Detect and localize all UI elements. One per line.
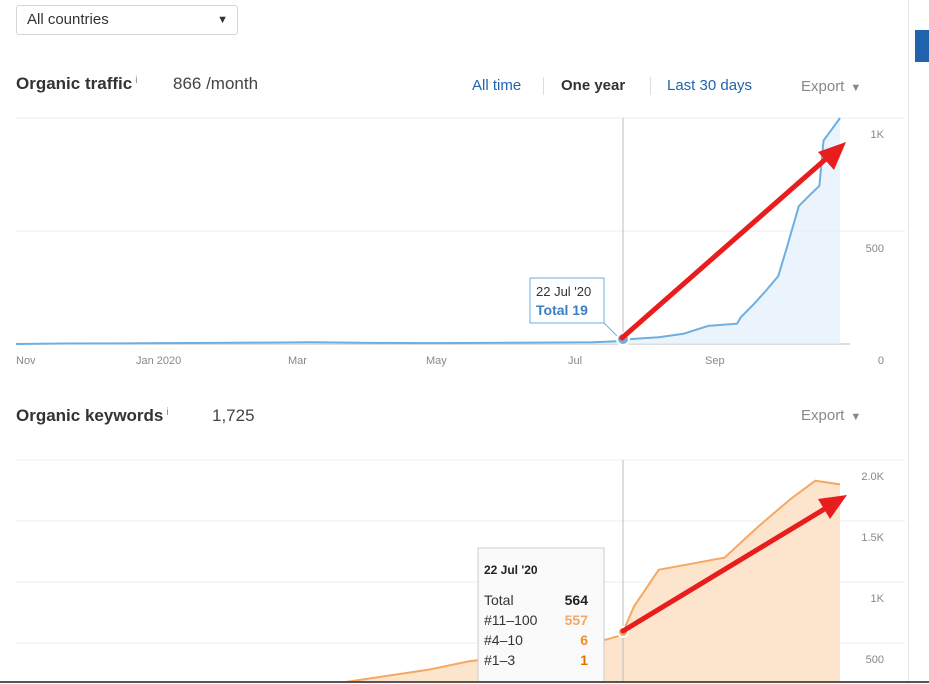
y-tick-1-5k: 1.5K: [861, 532, 884, 544]
keywords-export-button[interactable]: Export ▼: [801, 407, 861, 424]
x-tick-may: May: [426, 355, 447, 367]
x-tick-sep: Sep: [705, 355, 725, 367]
y-tick-2k: 2.0K: [861, 471, 884, 483]
keywords-area: [352, 480, 840, 681]
tooltip-date: 22 Jul '20: [536, 284, 591, 299]
traffic-tooltip: 22 Jul '20 Total 19: [529, 277, 621, 340]
tooltip-row-label: #1–3: [484, 652, 515, 668]
x-tick-nov: Nov: [16, 355, 36, 367]
range-one-year[interactable]: One year: [561, 77, 625, 94]
x-tick-labels: Nov Jan 2020 Mar May Jul Sep: [16, 355, 725, 367]
tooltip-row-label: #4–10: [484, 632, 523, 648]
y-tick-0: 0: [878, 355, 884, 367]
organic-keywords-value: 1,725: [212, 406, 255, 425]
y-tick-labels: 2.0K 1.5K 1K 500: [861, 471, 884, 666]
side-panel-tab[interactable]: [915, 30, 929, 62]
tooltip-row-value: 6: [580, 632, 588, 648]
x-tick-jul: Jul: [568, 355, 582, 367]
country-select[interactable]: All countries ▼: [16, 5, 238, 35]
country-select-value: All countries: [27, 11, 109, 28]
range-all-time[interactable]: All time: [472, 77, 521, 94]
range-separator: [650, 77, 651, 95]
tooltip-row-value: 1: [580, 652, 588, 668]
y-tick-500: 500: [866, 654, 884, 666]
tooltip-row-value: 557: [565, 612, 589, 628]
y-tick-500: 500: [866, 243, 884, 255]
organic-keywords-chart[interactable]: 2.0K 1.5K 1K 500 22 Jul '20 Total 564 #1…: [0, 455, 905, 681]
chevron-down-icon: ▼: [850, 82, 862, 94]
range-last-30-days[interactable]: Last 30 days: [667, 77, 752, 94]
organic-traffic-chart[interactable]: 1K 500 0 Nov Jan 2020 Mar May Jul Sep 22…: [0, 110, 905, 375]
tooltip-total: Total 19: [536, 302, 588, 318]
organic-keywords-title: Organic keywords i: [16, 406, 169, 425]
panel-divider: [908, 0, 909, 684]
organic-traffic-value: 866 /month: [173, 74, 259, 93]
y-tick-labels: 1K 500 0: [866, 129, 885, 367]
range-separator: [543, 77, 544, 95]
tooltip-row-value: 564: [565, 592, 589, 608]
info-icon[interactable]: i: [135, 75, 137, 86]
x-tick-jan-2020: Jan 2020: [136, 355, 181, 367]
chevron-down-icon: ▼: [217, 14, 228, 26]
tooltip-date: 22 Jul '20: [484, 563, 538, 577]
organic-traffic-title: Organic traffic i: [16, 74, 138, 93]
y-tick-1k: 1K: [871, 593, 885, 605]
tooltip-row-label: Total: [484, 592, 514, 608]
bottom-border: [0, 681, 929, 683]
x-tick-mar: Mar: [288, 355, 307, 367]
traffic-export-button[interactable]: Export ▼: [801, 78, 861, 95]
y-tick-1k: 1K: [871, 129, 885, 141]
tooltip-row-label: #11–100: [484, 612, 538, 628]
keywords-tooltip: 22 Jul '20 Total 564 #11–100 557 #4–10 6…: [477, 547, 605, 681]
chevron-down-icon: ▼: [850, 411, 862, 423]
info-icon[interactable]: i: [166, 407, 168, 418]
